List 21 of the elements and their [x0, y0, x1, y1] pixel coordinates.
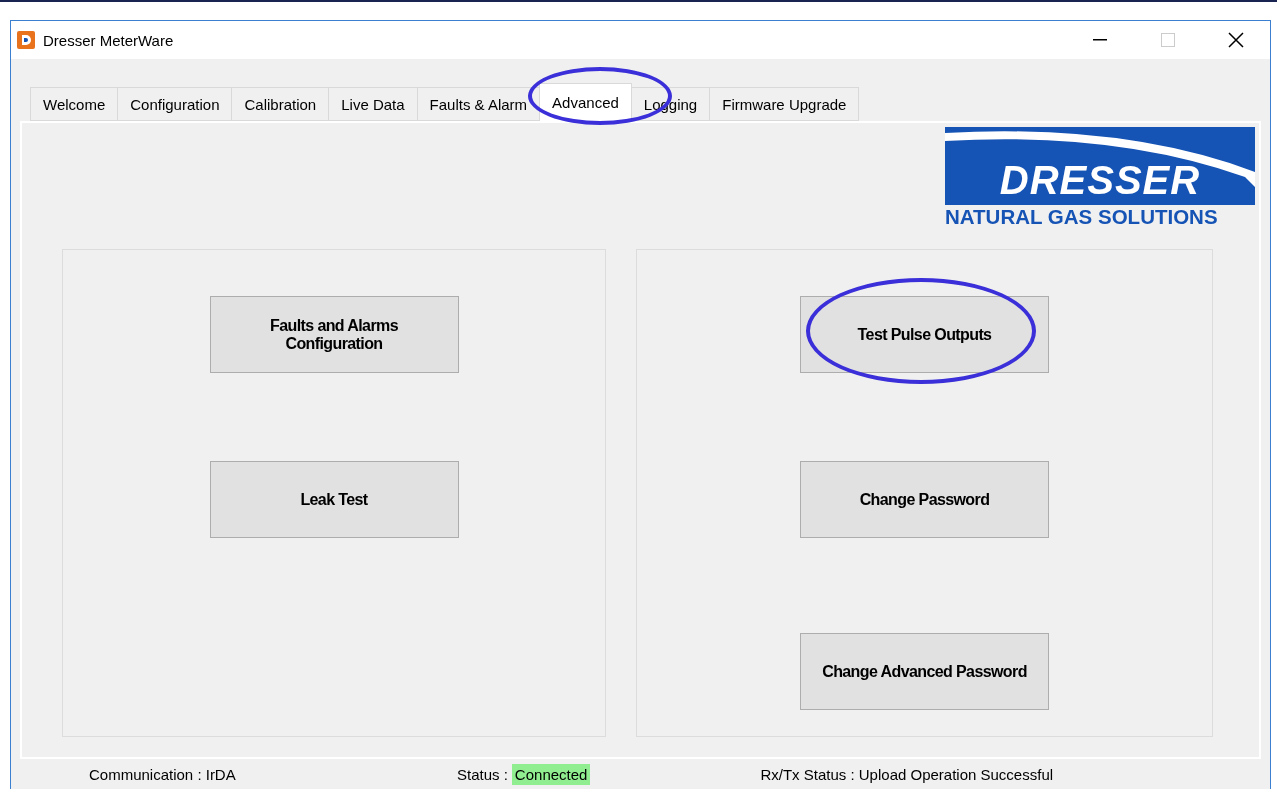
maximize-icon [1161, 33, 1175, 47]
action-button[interactable]: Leak Test [209, 461, 459, 538]
tab[interactable]: Configuration [117, 87, 233, 121]
tab[interactable]: Advanced [539, 83, 632, 121]
action-button[interactable]: Faults and Alarms Configuration [209, 296, 459, 373]
communication-status: Communication : IrDA [89, 765, 237, 783]
rxtx-status: Rx/Tx Status : Upload Operation Successful [760, 765, 1054, 783]
action-button[interactable]: Change Advanced Password [800, 633, 1049, 710]
action-button[interactable]: Test Pulse Outputs [800, 296, 1049, 373]
minimize-icon [1093, 39, 1107, 41]
action-button[interactable]: Change Password [800, 461, 1049, 538]
connection-status: Connected [511, 763, 591, 785]
tab[interactable]: Welcome [30, 87, 119, 121]
window-title: Dresser MeterWare [43, 31, 175, 49]
tab[interactable]: Faults & Alarm [416, 87, 541, 121]
tab[interactable]: Live Data [328, 87, 418, 121]
app-icon [17, 31, 35, 49]
close-icon [1228, 32, 1244, 48]
tab[interactable]: Calibration [231, 87, 330, 121]
status-label: Status : [457, 765, 508, 783]
tab[interactable]: Firmware Upgrade [709, 87, 860, 121]
